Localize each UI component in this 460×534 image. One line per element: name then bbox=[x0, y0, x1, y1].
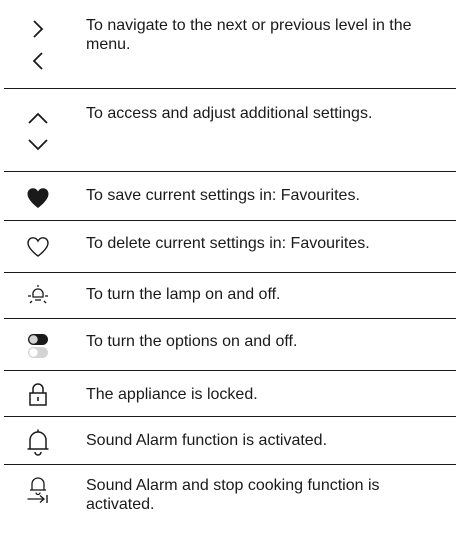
legend-row-locked: The appliance is locked. bbox=[0, 371, 460, 415]
legend-row-additional-settings: To access and adjust additional settings… bbox=[0, 89, 460, 169]
legend-text-options-toggle: To turn the options on and off. bbox=[86, 333, 298, 350]
chevron-up-icon bbox=[20, 109, 56, 127]
chevron-left-icon bbox=[20, 50, 56, 72]
chevron-right-icon bbox=[20, 18, 56, 40]
legend-row-save-favourites: To save current settings in: Favourites. bbox=[0, 172, 460, 218]
legend-row-options-toggle: To turn the options on and off. bbox=[0, 319, 460, 369]
legend-text-additional-settings: To access and adjust additional settings… bbox=[86, 105, 373, 122]
legend-text-save-favourites: To save current settings in: Favourites. bbox=[86, 187, 360, 204]
legend-text-locked: The appliance is locked. bbox=[86, 386, 258, 403]
legend-row-navigate: To navigate to the next or previous leve… bbox=[0, 0, 460, 82]
heart-outline-icon bbox=[20, 235, 56, 259]
legend-row-alarm-stop-cooking: Sound Alarm and stop cooking function is… bbox=[0, 465, 460, 531]
legend-text-navigate: To navigate to the next or previous leve… bbox=[86, 17, 412, 53]
legend-row-sound-alarm: Sound Alarm function is activated. bbox=[0, 417, 460, 463]
bell-icon bbox=[20, 427, 56, 457]
legend-text-alarm-stop-cooking: Sound Alarm and stop cooking function is… bbox=[86, 477, 380, 513]
lamp-icon bbox=[20, 283, 56, 309]
legend-text-sound-alarm: Sound Alarm function is activated. bbox=[86, 432, 328, 449]
chevron-down-icon bbox=[20, 136, 56, 154]
padlock-icon bbox=[20, 381, 56, 409]
bell-stop-icon bbox=[20, 474, 56, 506]
legend-row-delete-favourites: To delete current settings in: Favourite… bbox=[0, 221, 460, 271]
legend-row-lamp: To turn the lamp on and off. bbox=[0, 273, 460, 317]
legend-text-lamp: To turn the lamp on and off. bbox=[86, 286, 281, 303]
heart-filled-icon bbox=[20, 186, 56, 210]
toggle-switch-icon bbox=[20, 332, 56, 360]
legend-text-delete-favourites: To delete current settings in: Favourite… bbox=[86, 235, 370, 252]
